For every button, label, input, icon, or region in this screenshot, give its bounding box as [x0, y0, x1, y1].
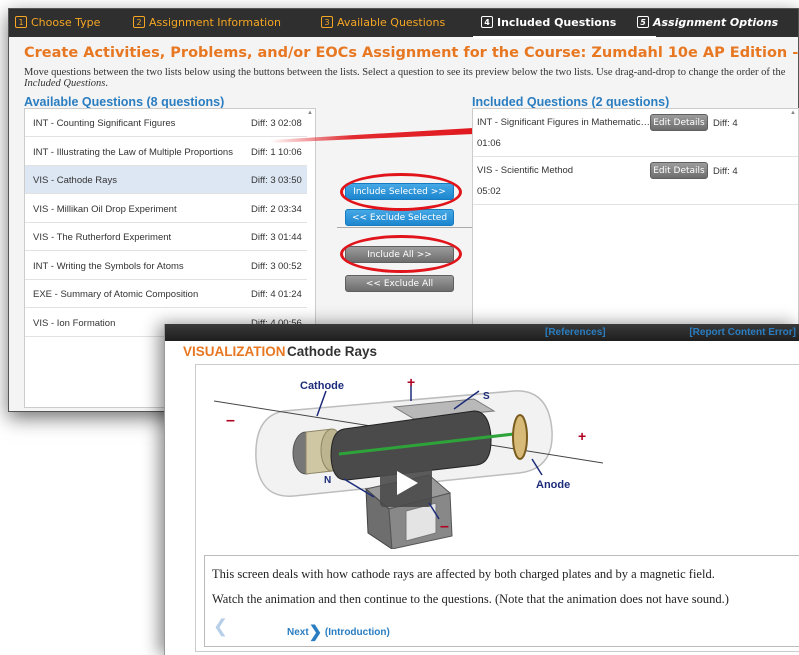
- list-item-selected[interactable]: VIS - Cathode Rays Diff: 3 03:50: [25, 166, 307, 194]
- exclude-all-button[interactable]: << Exclude All: [345, 275, 454, 292]
- question-name: INT - Counting Significant Figures: [33, 118, 176, 129]
- plus-right-label: +: [578, 428, 586, 444]
- step-number: 1: [15, 16, 27, 28]
- instructions-end: .: [105, 78, 108, 89]
- available-heading: Available Questions (8 questions): [24, 95, 225, 109]
- edit-details-button[interactable]: Edit Details: [650, 162, 708, 179]
- question-name: VIS - Scientific Method: [477, 165, 574, 176]
- previous-chevron-icon[interactable]: ❮: [213, 616, 228, 637]
- step-number: 2: [133, 16, 145, 28]
- page-title: Create Activities, Problems, and/or EOCs…: [24, 45, 799, 61]
- step-assignment-options[interactable]: 5 Assignment Options: [637, 9, 778, 37]
- next-label: Next: [287, 627, 309, 638]
- question-name: VIS - The Rutherford Experiment: [33, 232, 172, 243]
- cathode-ray-animation[interactable]: Cathode + S – + N Anode –: [213, 371, 604, 550]
- list-item[interactable]: INT - Significant Figures in Mathematica…: [473, 109, 798, 157]
- question-time: 00:52: [278, 261, 302, 272]
- step-assignment-information[interactable]: 2 Assignment Information: [133, 9, 281, 37]
- question-time: 01:24: [278, 289, 302, 300]
- question-time: 03:50: [278, 175, 302, 186]
- step-number: 4: [481, 16, 493, 28]
- question-name: INT - Significant Figures in Mathematica…: [477, 117, 652, 128]
- step-label: Assignment Options: [653, 16, 779, 29]
- question-name: VIS - Ion Formation: [33, 318, 116, 329]
- list-item[interactable]: VIS - Scientific Method Edit Details Dif…: [473, 157, 798, 205]
- step-label: Included Questions: [497, 16, 617, 29]
- next-link[interactable]: Next❯ (Introduction): [287, 620, 390, 641]
- instructions-text: Move questions between the two lists bel…: [24, 67, 794, 89]
- step-included-questions[interactable]: 4 Included Questions: [472, 9, 657, 39]
- question-difficulty: Diff: 3: [251, 175, 276, 186]
- question-preview-window: [References] [Report Content Error] VISU…: [164, 324, 799, 655]
- question-time: 03:34: [278, 204, 302, 215]
- preview-content-frame: Cathode + S – + N Anode – This screen de…: [195, 364, 799, 652]
- anode-label: Anode: [536, 479, 570, 491]
- minus-left-label: –: [226, 412, 235, 429]
- cathode-ray-tube-illustration: Cathode + S – + N Anode –: [213, 374, 604, 550]
- preview-description-box: This screen deals with how cathode rays …: [204, 555, 799, 647]
- step-label: Assignment Information: [149, 16, 281, 29]
- question-name: VIS - Cathode Rays: [33, 175, 117, 186]
- question-name: VIS - Millikan Oil Drop Experiment: [33, 204, 177, 215]
- step-label: Available Questions: [337, 16, 446, 29]
- list-item[interactable]: VIS - Millikan Oil Drop Experiment Diff:…: [25, 195, 307, 223]
- next-chevron-icon: ❯: [308, 624, 323, 641]
- list-item[interactable]: EXE - Summary of Atomic Composition Diff…: [25, 280, 307, 308]
- description-line-1: This screen deals with how cathode rays …: [212, 567, 715, 581]
- visualization-label: VISUALIZATION: [183, 344, 286, 359]
- include-all-button[interactable]: Include All >>: [345, 246, 454, 263]
- question-name: INT - Illustrating the Law of Multiple P…: [33, 147, 233, 158]
- edit-details-button[interactable]: Edit Details: [650, 114, 708, 131]
- question-difficulty: Diff: 4: [713, 118, 738, 129]
- list-item[interactable]: VIS - The Rutherford Experiment Diff: 3 …: [25, 223, 307, 251]
- next-suffix: (Introduction): [324, 627, 390, 638]
- north-pole-label: N: [324, 475, 331, 486]
- instructions-main: Move questions between the two lists bel…: [24, 67, 786, 78]
- step-available-questions[interactable]: 3 Available Questions: [321, 9, 445, 37]
- preview-title: Cathode Rays: [287, 344, 378, 359]
- button-divider: [337, 227, 477, 228]
- question-time: 01:06: [477, 138, 501, 149]
- step-number: 3: [321, 16, 333, 28]
- question-difficulty: Diff: 4: [713, 166, 738, 177]
- question-difficulty: Diff: 3: [251, 232, 276, 243]
- step-label: Choose Type: [31, 16, 101, 29]
- question-difficulty: Diff: 1: [251, 147, 276, 158]
- exclude-selected-button[interactable]: << Exclude Selected: [345, 209, 454, 226]
- scroll-up-arrow-icon[interactable]: ▲: [790, 110, 796, 116]
- minus-bottom-label: –: [440, 518, 449, 535]
- references-link[interactable]: [References]: [545, 327, 606, 338]
- description-line-2: Watch the animation and then continue to…: [212, 592, 729, 606]
- list-item[interactable]: INT - Illustrating the Law of Multiple P…: [25, 138, 307, 166]
- report-content-error-link[interactable]: [Report Content Error]: [689, 327, 796, 338]
- step-choose-type[interactable]: 1 Choose Type: [15, 9, 100, 37]
- included-questions-list[interactable]: INT - Significant Figures in Mathematica…: [472, 108, 799, 326]
- instructions-italic: Included Questions: [24, 78, 106, 89]
- south-pole-label: S: [483, 391, 490, 402]
- question-name: INT - Writing the Symbols for Atoms: [33, 261, 184, 272]
- question-difficulty: Diff: 3: [251, 261, 276, 272]
- included-heading: Included Questions (2 questions): [472, 95, 670, 109]
- question-time: 10:06: [278, 147, 302, 158]
- wizard-steps-bar: 1 Choose Type 2 Assignment Information 3 Av…: [9, 9, 798, 39]
- list-item[interactable]: INT - Writing the Symbols for Atoms Diff…: [25, 252, 307, 280]
- question-difficulty: Diff: 2: [251, 204, 276, 215]
- plus-top-label: +: [407, 374, 415, 390]
- include-selected-button[interactable]: Include Selected >>: [345, 183, 454, 200]
- cathode-label: Cathode: [300, 380, 344, 392]
- step-number: 5: [637, 16, 649, 28]
- question-name: EXE - Summary of Atomic Composition: [33, 289, 199, 300]
- question-time: 05:02: [477, 186, 501, 197]
- question-time: 01:44: [278, 232, 302, 243]
- question-difficulty: Diff: 4: [251, 289, 276, 300]
- list-item[interactable]: INT - Counting Significant Figures Diff:…: [25, 109, 307, 137]
- preview-toolbar: [References] [Report Content Error]: [165, 324, 799, 341]
